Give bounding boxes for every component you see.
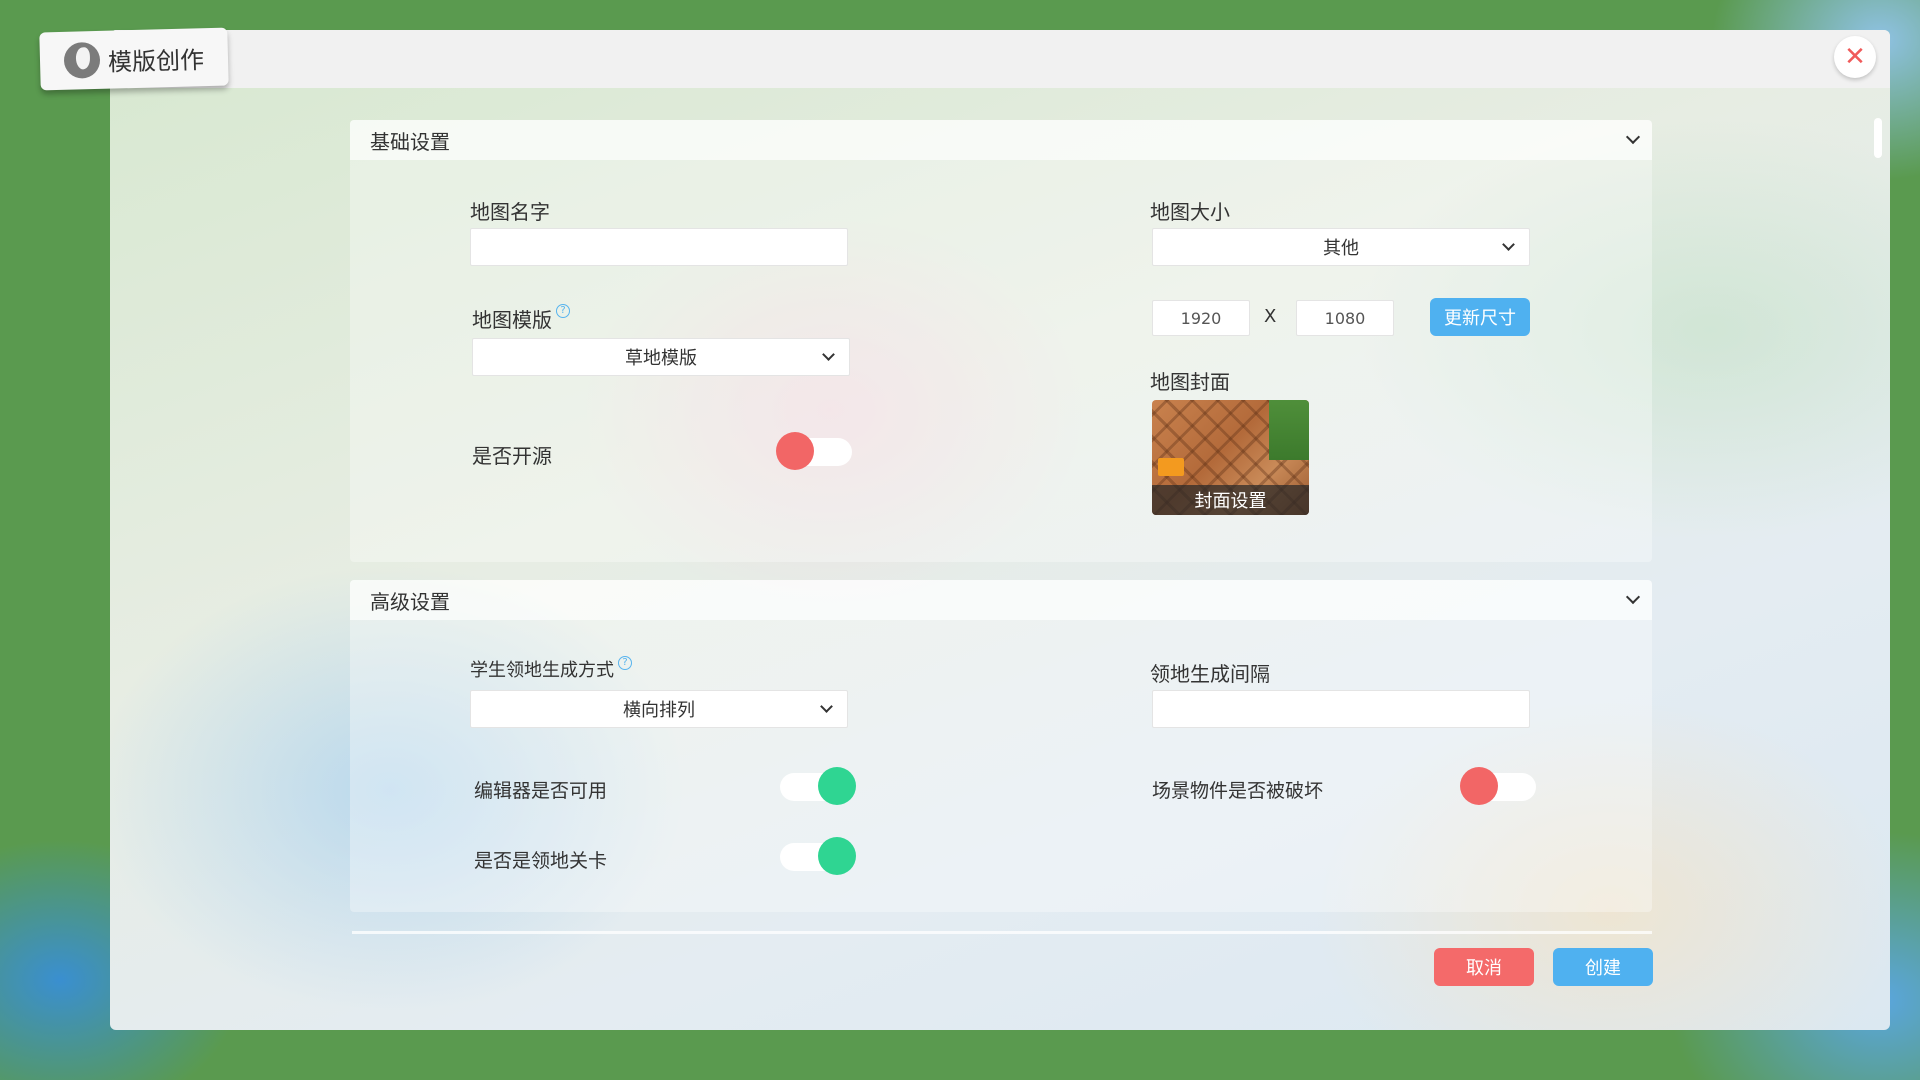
help-icon[interactable]: ? (618, 656, 632, 670)
update-size-button[interactable]: 更新尺寸 (1430, 298, 1530, 336)
editor-enabled-toggle[interactable] (780, 767, 856, 805)
editor-enabled-label: 编辑器是否可用 (474, 780, 608, 802)
close-icon: ✕ (1844, 42, 1866, 72)
map-height-input[interactable]: 1080 (1296, 300, 1394, 336)
toggle-knob (1460, 767, 1498, 805)
open-source-toggle[interactable] (776, 432, 852, 470)
logo-icon (63, 41, 101, 79)
dialog-header (110, 30, 1890, 88)
map-name-input[interactable] (470, 228, 848, 266)
map-template-value: 草地模版 (625, 348, 697, 369)
basic-settings-header[interactable]: 基础设置 (350, 120, 1652, 160)
map-cover-image[interactable]: 封面设置 (1152, 400, 1309, 515)
map-cover-label: 地图封面 (1150, 370, 1230, 394)
map-size-label: 地图大小 (1150, 200, 1230, 224)
toggle-knob (776, 432, 814, 470)
map-template-label: 地图模版? (472, 304, 570, 333)
title-tab: 模版创作 (39, 27, 229, 91)
territory-mode-select[interactable]: 横向排列 (470, 690, 848, 728)
territory-mode-label-text: 学生领地生成方式 (470, 660, 614, 681)
chevron-down-icon (822, 348, 835, 361)
map-width-input[interactable]: 1920 (1152, 300, 1250, 336)
cover-settings-button[interactable]: 封面设置 (1152, 485, 1309, 515)
chevron-down-icon (820, 700, 833, 713)
map-template-label-text: 地图模版 (472, 308, 552, 332)
map-name-label: 地图名字 (470, 200, 550, 224)
size-separator: X (1264, 306, 1277, 327)
advanced-settings-header[interactable]: 高级设置 (350, 580, 1652, 620)
advanced-settings-title: 高级设置 (370, 589, 450, 614)
territory-level-toggle[interactable] (780, 837, 856, 875)
territory-interval-input[interactable] (1152, 690, 1530, 728)
territory-level-label: 是否是领地关卡 (474, 850, 608, 872)
territory-interval-label: 领地生成间隔 (1150, 662, 1270, 686)
object-destructible-toggle[interactable] (1460, 767, 1536, 805)
help-icon[interactable]: ? (556, 304, 570, 318)
toggle-knob (818, 837, 856, 875)
basic-settings-title: 基础设置 (370, 129, 450, 154)
cover-stool (1158, 458, 1184, 476)
cover-grass (1269, 400, 1309, 460)
open-source-label: 是否开源 (472, 444, 552, 468)
close-button[interactable]: ✕ (1834, 36, 1876, 78)
map-size-value: 其他 (1323, 238, 1359, 259)
create-button[interactable]: 创建 (1553, 948, 1653, 986)
footer-divider (352, 931, 1652, 934)
territory-mode-value: 横向排列 (623, 700, 695, 721)
map-template-select[interactable]: 草地模版 (472, 338, 850, 376)
cancel-button[interactable]: 取消 (1434, 948, 1534, 986)
dialog-title: 模版创作 (107, 45, 205, 77)
chevron-down-icon[interactable] (1625, 129, 1641, 145)
object-destructible-label: 场景物件是否被破坏 (1152, 780, 1324, 802)
chevron-down-icon[interactable] (1625, 589, 1641, 605)
scrollbar-thumb[interactable] (1874, 118, 1882, 158)
chevron-down-icon (1502, 238, 1515, 251)
territory-mode-label: 学生领地生成方式? (470, 656, 632, 682)
toggle-knob (818, 767, 856, 805)
map-size-select[interactable]: 其他 (1152, 228, 1530, 266)
